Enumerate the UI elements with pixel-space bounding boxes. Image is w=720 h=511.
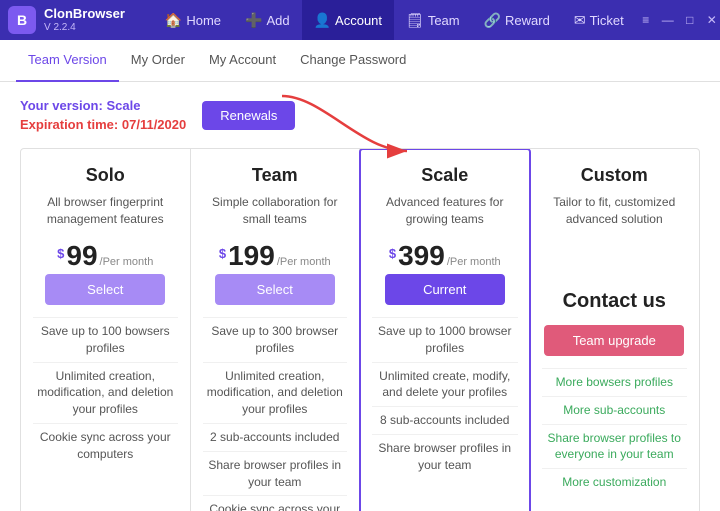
custom-feature-2: More sub-accounts [542, 396, 688, 424]
nav-team[interactable]: 🗒 Team [394, 0, 472, 40]
expiry-date: 07/11/2020 [122, 117, 186, 132]
team-feature-5: Cookie sync across your computers [203, 495, 348, 511]
plan-team-currency: $ [219, 246, 226, 261]
custom-feature-3: Share browser profiles to everyone in yo… [542, 424, 688, 469]
tab-team-version[interactable]: Team Version [16, 40, 119, 82]
expiry-text: Expiration time: 07/11/2020 [20, 117, 186, 132]
plan-custom-desc: Tailor to fit, customized advanced solut… [542, 194, 688, 230]
plan-solo: Solo All browser fingerprint management … [21, 149, 191, 511]
plan-team-amount: 199 [228, 242, 275, 270]
plan-team-per: /Per month [277, 256, 331, 268]
plans-grid: Solo All browser fingerprint management … [20, 148, 700, 511]
version-info-row: Your version: Scale Expiration time: 07/… [20, 98, 700, 132]
plan-solo-price: $ 99 /Per month [57, 242, 153, 270]
scale-feature-2: Unlimited create, modify, and delete you… [372, 362, 518, 407]
ticket-icon: ✉ [574, 12, 586, 29]
plan-custom-contact-label: Contact us [542, 290, 688, 313]
plan-custom: Custom Tailor to fit, customized advance… [530, 149, 700, 511]
app-name: ClonBrowser [44, 7, 125, 21]
nav-account[interactable]: 👤 Account [302, 0, 394, 40]
plan-scale-name: Scale [421, 165, 468, 186]
solo-feature-1: Save up to 100 bowsers profiles [33, 317, 178, 362]
plan-solo-desc: All browser fingerprint management featu… [33, 194, 178, 230]
plan-solo-amount: 99 [66, 242, 97, 270]
scale-feature-1: Save up to 1000 browser profiles [372, 317, 518, 362]
plan-scale-per: /Per month [447, 256, 501, 268]
titlebar: B ClonBrowser V 2.2.4 🏠 Home ➕ Add 👤 Acc… [0, 0, 720, 40]
plan-solo-name: Solo [86, 165, 125, 186]
reward-icon: 🔗 [484, 12, 501, 29]
close-button[interactable]: ✕ [702, 10, 720, 30]
plan-team-features: Save up to 300 browser profiles Unlimite… [203, 317, 348, 511]
add-icon: ➕ [245, 12, 262, 29]
scale-feature-3: 8 sub-accounts included [372, 406, 518, 434]
plan-team-name: Team [252, 165, 298, 186]
plan-scale-features: Save up to 1000 browser profiles Unlimit… [372, 317, 518, 479]
scale-feature-4: Share browser profiles in your team [372, 434, 518, 479]
plan-custom-features: More bowsers profiles More sub-accounts … [542, 368, 688, 496]
version-text: Your version: Scale [20, 98, 186, 113]
window-controls: ≡ — □ ✕ [636, 10, 720, 30]
plan-scale-current-button[interactable]: Current [385, 274, 505, 305]
account-icon: 👤 [314, 12, 331, 29]
app-version: V 2.2.4 [44, 22, 125, 33]
plan-scale-currency: $ [389, 246, 396, 261]
nav-reward[interactable]: 🔗 Reward [472, 0, 562, 40]
plan-scale-desc: Advanced features for growing teams [372, 194, 518, 230]
menu-button[interactable]: ≡ [636, 10, 656, 30]
team-icon: 🗒 [406, 12, 424, 29]
main-nav: 🏠 Home ➕ Add 👤 Account 🗒 Team 🔗 Reward ✉… [153, 0, 636, 40]
plan-scale: Scale Advanced features for growing team… [359, 148, 531, 511]
plan-custom-name: Custom [581, 165, 648, 186]
plan-solo-currency: $ [57, 246, 64, 261]
content-area: Your version: Scale Expiration time: 07/… [0, 82, 720, 511]
plan-team: Team Simple collaboration for small team… [191, 149, 361, 511]
team-feature-3: 2 sub-accounts included [203, 423, 348, 451]
team-feature-4: Share browser profiles in your team [203, 451, 348, 496]
renewals-button[interactable]: Renewals [202, 101, 295, 130]
tab-my-account[interactable]: My Account [197, 40, 288, 82]
plan-scale-price: $ 399 /Per month [389, 242, 501, 270]
solo-feature-2: Unlimited creation, modification, and de… [33, 362, 178, 423]
nav-add[interactable]: ➕ Add [233, 0, 302, 40]
maximize-button[interactable]: □ [680, 10, 700, 30]
plan-team-desc: Simple collaboration for small teams [203, 194, 348, 230]
nav-ticket[interactable]: ✉ Ticket [562, 0, 636, 40]
custom-feature-4: More customization [542, 468, 688, 496]
tab-change-password[interactable]: Change Password [288, 40, 418, 82]
tabs-bar: Team Version My Order My Account Change … [0, 40, 720, 82]
app-logo: B [8, 6, 36, 34]
current-version: Scale [106, 98, 140, 113]
home-icon: 🏠 [165, 12, 182, 29]
plan-solo-per: /Per month [100, 256, 154, 268]
tab-my-order[interactable]: My Order [119, 40, 197, 82]
plan-scale-amount: 399 [398, 242, 445, 270]
solo-feature-3: Cookie sync across your computers [33, 423, 178, 468]
plan-solo-select-button[interactable]: Select [45, 274, 165, 305]
nav-home[interactable]: 🏠 Home [153, 0, 233, 40]
plan-solo-features: Save up to 100 bowsers profiles Unlimite… [33, 317, 178, 468]
plan-custom-upgrade-button[interactable]: Team upgrade [544, 325, 684, 356]
minimize-button[interactable]: — [658, 10, 678, 30]
team-feature-1: Save up to 300 browser profiles [203, 317, 348, 362]
plan-team-select-button[interactable]: Select [215, 274, 335, 305]
team-feature-2: Unlimited creation, modification, and de… [203, 362, 348, 423]
plan-team-price: $ 199 /Per month [219, 242, 331, 270]
custom-feature-1: More bowsers profiles [542, 368, 688, 396]
